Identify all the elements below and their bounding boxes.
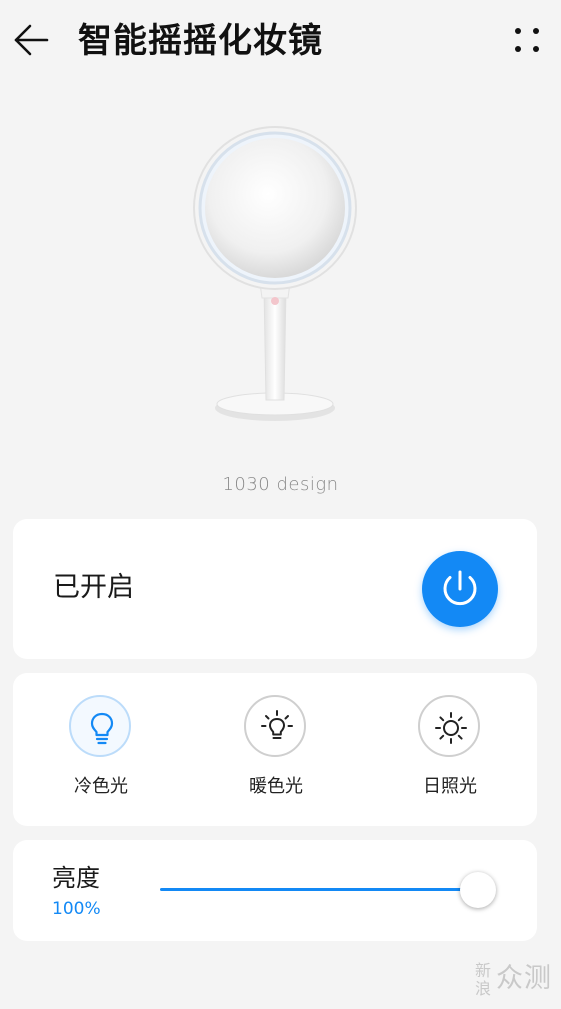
top-app-bar: 智能摇摇化妆镜 (0, 0, 561, 84)
mirror-product-image (180, 118, 380, 428)
power-icon (443, 570, 477, 606)
watermark-logo: 新浪 众测 (468, 958, 556, 1002)
brightness-value: 100% (52, 899, 101, 919)
brightness-label: 亮度 (52, 864, 100, 892)
arrow-left-icon (14, 24, 49, 56)
mode-warm-light-label: 暖色光 (249, 776, 303, 797)
mode-cool-light-label: 冷色光 (74, 776, 128, 797)
watermark-small-text: 新浪 (474, 961, 491, 998)
brand-logo-text: 1030 design (222, 474, 339, 495)
slider-thumb[interactable] (460, 872, 496, 908)
mode-sunlight-button[interactable]: 日照光 (390, 695, 510, 805)
mode-warm-light-button[interactable]: 暖色光 (216, 695, 336, 805)
lightbulb-icon (90, 712, 114, 745)
power-status-text: 已开启 (53, 572, 134, 603)
more-vertical-dots-icon (515, 28, 539, 52)
brightness-card: 亮度 100% (13, 840, 537, 941)
power-toggle-button[interactable] (422, 551, 498, 627)
more-options-button[interactable] (505, 22, 549, 58)
page-title: 智能摇摇化妆镜 (78, 21, 323, 61)
brightness-slider[interactable] (160, 872, 500, 908)
watermark-big-text: 众测 (496, 963, 552, 994)
back-button[interactable] (10, 20, 54, 60)
mode-sunlight-label: 日照光 (423, 776, 477, 797)
light-mode-card: 冷色光 暖色光 日照光 (13, 673, 537, 826)
mode-icon-circle (69, 695, 131, 757)
power-card: 已开启 (13, 519, 537, 659)
mode-icon-circle (244, 695, 306, 757)
sun-icon (435, 712, 467, 744)
slider-track (160, 888, 478, 891)
mode-cool-light-button[interactable]: 冷色光 (41, 695, 161, 805)
mode-icon-circle (418, 695, 480, 757)
lightbulb-rays-icon (261, 710, 293, 739)
